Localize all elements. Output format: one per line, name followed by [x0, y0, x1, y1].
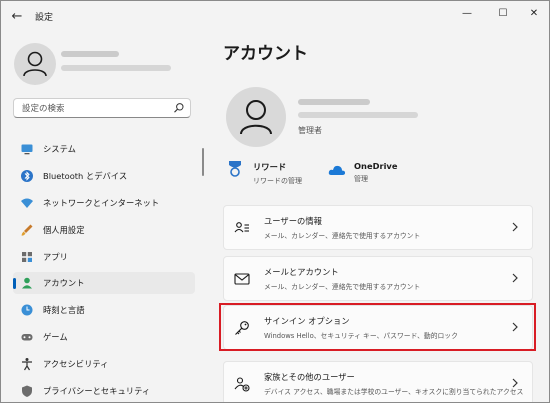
sidebar-item-personalization[interactable]: 個人用設定: [13, 219, 195, 241]
sidebar-item-system[interactable]: システム: [13, 138, 195, 160]
privacy-icon: [22, 385, 32, 397]
sidebar-scrollbar[interactable]: [202, 148, 204, 176]
sidebar-item-label: プライバシーとセキュリティ: [43, 386, 151, 396]
account-avatar[interactable]: [226, 87, 286, 147]
sidebar-item-privacy[interactable]: プライバシーとセキュリティ: [13, 380, 195, 402]
person-icon: [23, 51, 47, 77]
card-your-info[interactable]: ユーザーの情報 メール、カレンダー、連絡先で使用するアカウント: [223, 205, 533, 250]
card-title: メールとアカウント: [264, 267, 339, 277]
person-icon: [240, 100, 272, 135]
sidebar-avatar[interactable]: [14, 43, 56, 85]
minimize-button[interactable]: —: [457, 6, 477, 22]
sidebar-item-label: ゲーム: [43, 332, 68, 342]
chevron-right-icon: [512, 222, 518, 232]
sidebar-item-accounts[interactable]: アカウント: [13, 272, 195, 294]
active-indicator: [13, 278, 16, 289]
sidebar-item-label: アクセシビリティ: [43, 359, 109, 369]
sidebar-item-gaming[interactable]: ゲーム: [13, 326, 195, 348]
sidebar-item-label: 時刻と言語: [43, 305, 85, 315]
sidebar-item-apps[interactable]: アプリ: [13, 246, 195, 268]
sidebar-item-time-language[interactable]: 時刻と言語: [13, 299, 195, 321]
search-input[interactable]: [20, 101, 174, 117]
account-role: 管理者: [298, 126, 322, 135]
rewards-subtitle: リワードの管理: [253, 177, 302, 185]
bluetooth-icon: [21, 170, 33, 182]
time-language-icon: [21, 304, 33, 316]
mail-icon: [234, 273, 250, 285]
search-icon[interactable]: [172, 101, 186, 115]
card-family-other-users[interactable]: 家族とその他のユーザー デバイス アクセス、職場または学校のユーザー、キオスクに…: [223, 361, 533, 402]
card-subtitle: メール、カレンダー、連絡先で使用するアカウント: [264, 283, 421, 291]
maximize-button[interactable]: ☐: [493, 6, 513, 22]
close-button[interactable]: ✕: [524, 6, 544, 22]
user-info-icon: [234, 222, 249, 233]
card-title: 家族とその他のユーザー: [264, 372, 355, 382]
account-icon: [22, 277, 32, 289]
rewards-icon: [229, 161, 241, 177]
card-subtitle: デバイス アクセス、職場または学校のユーザー、キオスクに割り当てられたアクセス: [264, 388, 524, 396]
sidebar-item-accessibility[interactable]: アクセシビリティ: [13, 353, 195, 375]
sidebar-item-label: アカウント: [43, 278, 85, 288]
sidebar-item-label: 個人用設定: [43, 225, 85, 235]
sidebar-item-bluetooth[interactable]: Bluetooth とデバイス: [13, 165, 195, 187]
card-subtitle: メール、カレンダー、連絡先で使用するアカウント: [264, 232, 421, 240]
back-arrow-icon[interactable]: ←: [9, 9, 25, 25]
redacted-account-name: [298, 99, 370, 105]
chevron-right-icon: [512, 273, 518, 283]
onedrive-subtitle: 管理: [354, 175, 368, 183]
rewards-title: リワード: [253, 162, 287, 172]
highlight-box: [219, 303, 536, 351]
search-box[interactable]: [13, 98, 191, 118]
family-icon: [234, 377, 250, 392]
sidebar-item-label: ネットワークとインターネット: [43, 198, 160, 208]
sidebar-item-label: アプリ: [43, 252, 68, 262]
redacted-account-email: [298, 112, 418, 118]
sidebar-item-label: Bluetooth とデバイス: [43, 171, 128, 181]
title-bar: ← 設定 — ☐ ✕: [1, 1, 549, 31]
network-icon: [21, 198, 33, 208]
page-title: アカウント: [223, 44, 308, 64]
onedrive-icon: [328, 165, 346, 175]
redacted-user-email: [61, 65, 171, 71]
gaming-icon: [21, 334, 33, 341]
apps-icon: [22, 252, 32, 262]
system-icon: [21, 144, 33, 155]
redacted-user-name: [61, 51, 119, 57]
accessibility-icon: [22, 358, 32, 371]
settings-window: ← 設定 — ☐ ✕ システム Bluetooth とデバイス ネットワークとイ…: [0, 0, 550, 403]
sidebar-item-network[interactable]: ネットワークとインターネット: [13, 192, 195, 214]
app-title: 設定: [35, 13, 54, 23]
card-email-accounts[interactable]: メールとアカウント メール、カレンダー、連絡先で使用するアカウント: [223, 256, 533, 301]
sidebar-item-label: システム: [43, 144, 76, 154]
onedrive-title: OneDrive: [354, 161, 398, 171]
card-title: ユーザーの情報: [264, 216, 322, 226]
chevron-right-icon: [512, 378, 518, 388]
personalization-icon: [21, 224, 33, 236]
